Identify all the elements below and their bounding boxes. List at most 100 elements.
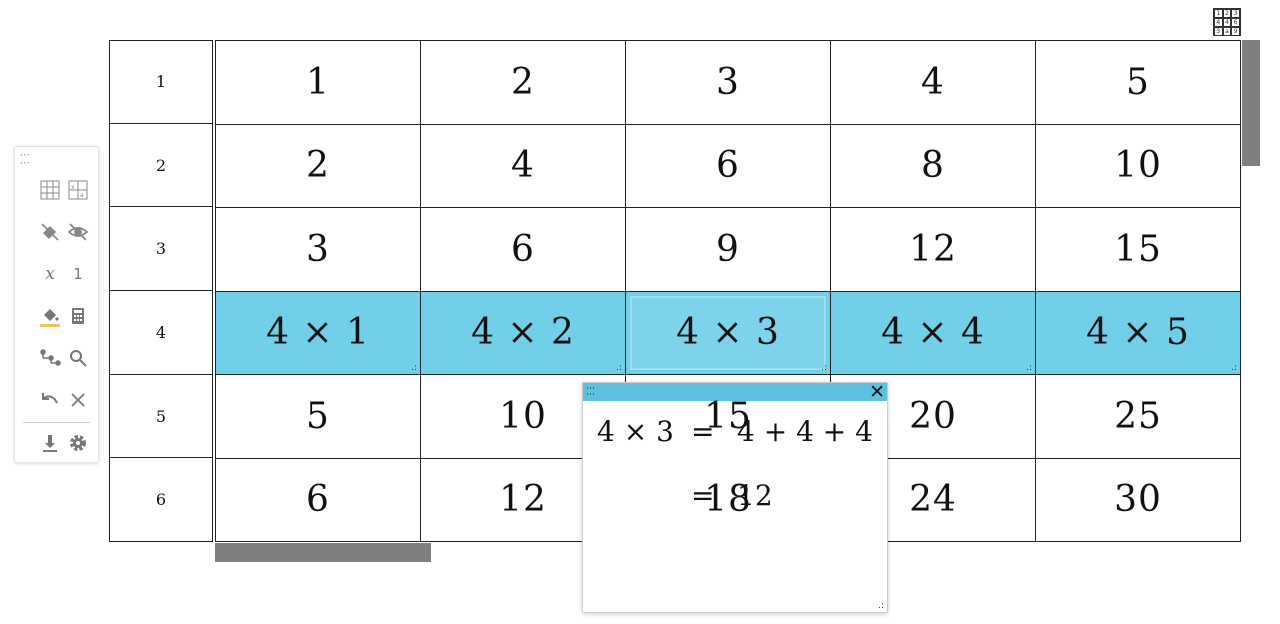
table-cell[interactable]: 3	[626, 41, 831, 125]
cell-value: 2	[306, 145, 330, 187]
row-header[interactable]: 1	[109, 40, 213, 124]
table-cell[interactable]: 3	[216, 208, 421, 292]
cell-value: 25	[1114, 395, 1162, 437]
hide-eye-icon[interactable]	[65, 219, 91, 245]
equation-rhs: 4 + 4 + 4	[737, 415, 873, 448]
table-cell[interactable]: 9	[626, 208, 831, 292]
cell-value: 24	[909, 479, 957, 521]
cell-value: 10	[1114, 145, 1162, 187]
undo-icon[interactable]	[37, 387, 63, 413]
app-icon-digit: 4	[1214, 18, 1223, 27]
row-header[interactable]: 2	[109, 123, 213, 208]
app-icon-digit: a	[1222, 27, 1232, 36]
resize-grip-icon[interactable]: .:	[821, 364, 827, 373]
table-cell-expanded[interactable]: 4 × 4.:	[831, 291, 1036, 375]
eraser-icon[interactable]	[37, 219, 63, 245]
cell-value: 6	[511, 228, 535, 270]
horizontal-scrollbar[interactable]	[215, 543, 431, 562]
app-icon-digit: 2	[1222, 9, 1232, 18]
tool-palette: ⋯ ⋯ xa x 1	[14, 146, 99, 463]
table-cell[interactable]: 4	[831, 41, 1036, 125]
vertical-scrollbar[interactable]	[1242, 40, 1260, 166]
cell-value: 30	[1114, 479, 1162, 521]
table-cell[interactable]: 8	[831, 124, 1036, 208]
table-cell[interactable]: 2	[421, 41, 626, 125]
row-header[interactable]: 6	[109, 458, 213, 543]
cell-value: 8	[921, 145, 945, 187]
resize-grip-icon[interactable]: .:	[878, 602, 884, 611]
cell-value: 4	[921, 61, 945, 103]
cell-value: 2	[511, 61, 535, 103]
svg-text:a: a	[80, 192, 84, 199]
cell-value: 10	[499, 395, 547, 437]
cell-value: 4 × 2	[471, 312, 575, 354]
svg-text:x: x	[71, 184, 75, 191]
resize-grip-icon[interactable]: .:	[1026, 364, 1032, 373]
cell-value: 12	[499, 479, 547, 521]
cell-value: 3	[716, 61, 740, 103]
table-cell[interactable]: 10	[1036, 124, 1241, 208]
table-cell[interactable]: 1	[216, 41, 421, 125]
cell-value: 3	[306, 228, 330, 270]
cell-value: 12	[909, 228, 957, 270]
drag-handle-icon[interactable]: ⋯ ⋯	[20, 151, 30, 169]
table-cell[interactable]: 2	[216, 124, 421, 208]
table-cell[interactable]: 5	[1036, 41, 1241, 125]
search-icon[interactable]	[65, 345, 91, 371]
table-cell-expanded[interactable]: 4 × 2.:	[421, 291, 626, 375]
cell-value: 15	[1114, 228, 1162, 270]
close-icon[interactable]: ✕	[869, 381, 885, 403]
table-cell-selected[interactable]: 4 × 3.:	[626, 291, 831, 375]
download-icon[interactable]	[37, 430, 63, 456]
cell-value: 1	[306, 61, 330, 103]
app-icon-digit: 1	[1214, 9, 1223, 18]
app-icon-digit: 6	[1231, 18, 1240, 27]
table-cell[interactable]: 6	[421, 208, 626, 292]
expression-grid-icon[interactable]: xa	[65, 177, 91, 203]
table-cell-expanded[interactable]: 4 × 1.:	[216, 291, 421, 375]
cell-value: 4 × 3	[676, 312, 780, 354]
resize-grip-icon[interactable]: .:	[616, 364, 622, 373]
number-one-icon[interactable]: 1	[65, 261, 91, 287]
cell-value: 4 × 4	[881, 312, 985, 354]
cell-value: 20	[909, 395, 957, 437]
cell-value: 4 × 5	[1086, 312, 1190, 354]
table-cell[interactable]: 30	[1036, 458, 1241, 542]
cell-value: 6	[306, 479, 330, 521]
cell-value: 4	[511, 145, 535, 187]
table-cell[interactable]: 6	[216, 458, 421, 542]
cell-value: 5	[1126, 61, 1150, 103]
close-icon[interactable]	[65, 387, 91, 413]
gear-icon[interactable]	[65, 430, 91, 456]
table-cell[interactable]: 15	[1036, 208, 1241, 292]
table-cell[interactable]: 4	[421, 124, 626, 208]
cell-value: 4 × 1	[266, 312, 370, 354]
cell-value: 18	[704, 479, 752, 521]
drag-handle-icon[interactable]: ⋯ ⋯	[586, 385, 595, 400]
resize-grip-icon[interactable]: .:	[1231, 364, 1237, 373]
toolbar-divider	[23, 422, 90, 423]
row-header[interactable]: 3	[109, 207, 213, 292]
cell-value: 5	[306, 395, 330, 437]
fill-bucket-icon[interactable]	[37, 303, 63, 329]
multiplication-table-app-icon[interactable]: 1 2 3 4 4 6 3 a 9	[1213, 8, 1241, 36]
table-cell[interactable]: 6	[626, 124, 831, 208]
equation-lhs: 4 × 3	[597, 415, 674, 448]
table-cell[interactable]: 25	[1036, 375, 1241, 459]
table-grid-icon[interactable]	[37, 177, 63, 203]
variable-x-icon[interactable]: x	[37, 261, 63, 287]
app-icon-digit: 9	[1231, 27, 1240, 36]
calculator-icon[interactable]	[65, 303, 91, 329]
app-icon-digit: 3	[1231, 9, 1240, 18]
row-header[interactable]: 4	[109, 291, 213, 375]
table-cell[interactable]: 5	[216, 375, 421, 459]
row-header-column: 1 2 3 4 5 6	[109, 40, 213, 543]
app-icon-digit: 4	[1222, 18, 1232, 27]
cell-value: 6	[716, 145, 740, 187]
table-cell[interactable]: 12	[831, 208, 1036, 292]
row-header[interactable]: 5	[109, 374, 213, 459]
resize-grip-icon[interactable]: .:	[411, 364, 417, 373]
table-cell-expanded[interactable]: 4 × 5.:	[1036, 291, 1241, 375]
app-icon-digit: 3	[1214, 27, 1223, 36]
connect-nodes-icon[interactable]	[37, 345, 63, 371]
